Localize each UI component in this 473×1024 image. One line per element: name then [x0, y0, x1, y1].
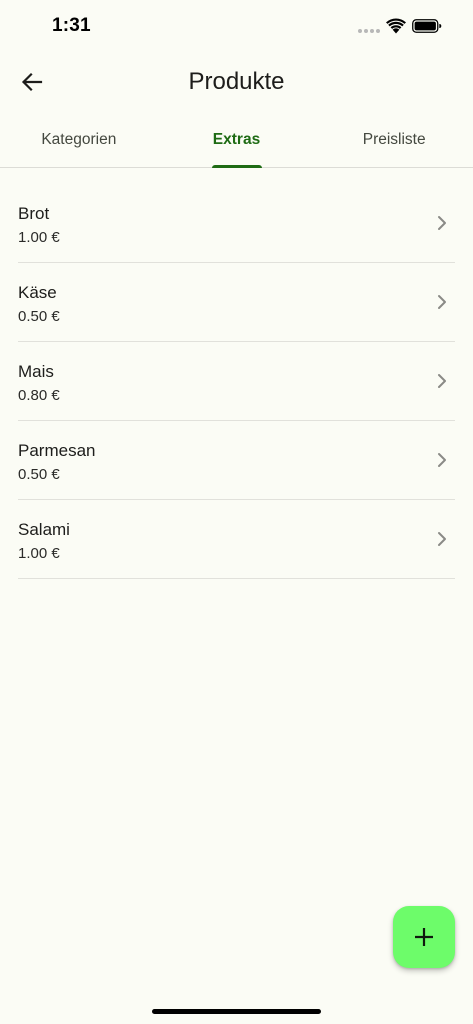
- page-title: Produkte: [188, 68, 285, 95]
- tab-bar: Kategorien Extras Preisliste: [0, 114, 473, 168]
- item-price: 1.00 €: [18, 545, 60, 562]
- item-price: 1.00 €: [18, 229, 60, 246]
- list-item-mais[interactable]: Mais 0.80 €: [18, 342, 455, 421]
- item-name: Salami: [18, 520, 70, 539]
- item-name: Käse: [18, 283, 57, 302]
- tab-label: Preisliste: [362, 130, 426, 148]
- tab-label: Kategorien: [41, 130, 117, 148]
- app-bar: Produkte: [0, 54, 473, 114]
- wifi-icon: [386, 18, 406, 34]
- item-name: Brot: [18, 204, 50, 223]
- list-item-parmesan[interactable]: Parmesan 0.50 €: [18, 421, 455, 500]
- chevron-right-icon: [438, 216, 446, 230]
- home-indicator: [152, 1009, 321, 1014]
- chevron-right-icon: [438, 295, 446, 309]
- list-item-kaese[interactable]: Käse 0.50 €: [18, 263, 455, 342]
- list-item-salami[interactable]: Salami 1.00 €: [18, 500, 455, 579]
- list-item-brot[interactable]: Brot 1.00 €: [18, 184, 455, 263]
- chevron-right-icon: [438, 532, 446, 546]
- item-price: 0.50 €: [18, 308, 60, 325]
- battery-icon: [412, 19, 442, 33]
- tab-extras[interactable]: Extras: [158, 114, 316, 168]
- status-time: 1:31: [52, 15, 91, 36]
- tab-preisliste[interactable]: Preisliste: [315, 114, 473, 167]
- active-tab-indicator: [211, 165, 262, 168]
- item-price: 0.80 €: [18, 387, 60, 404]
- item-price: 0.50 €: [18, 466, 60, 483]
- item-name: Mais: [18, 362, 54, 381]
- cellular-signal-icon: [358, 29, 380, 34]
- item-name: Parmesan: [18, 441, 96, 460]
- chevron-right-icon: [438, 453, 446, 467]
- tab-kategorien[interactable]: Kategorien: [0, 114, 158, 167]
- extras-list: Brot 1.00 € Käse 0.50 € Mais 0.80 € Parm…: [18, 184, 455, 579]
- add-extra-button[interactable]: [393, 906, 455, 968]
- status-bar: 1:31: [0, 0, 473, 54]
- chevron-right-icon: [438, 374, 446, 388]
- plus-icon: [415, 928, 433, 946]
- tab-label: Extras: [212, 130, 261, 148]
